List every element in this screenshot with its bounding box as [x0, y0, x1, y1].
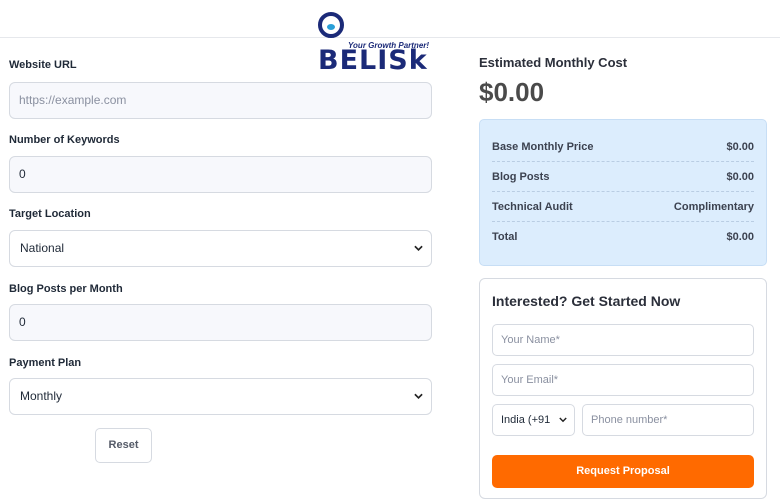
lead-form: Interested? Get Started Now Your Name* Y…	[479, 278, 767, 499]
website-url-input[interactable]: https://example.com	[9, 82, 432, 119]
email-placeholder: Your Email*	[501, 374, 559, 386]
cost-row-label: Total	[492, 231, 518, 243]
cost-row-value: $0.00	[726, 171, 754, 183]
blog-posts-value: 0	[19, 315, 26, 329]
chevron-down-icon	[559, 417, 567, 423]
cost-row-total: Total $0.00	[492, 222, 754, 252]
email-input[interactable]: Your Email*	[492, 364, 754, 396]
estimate-value: $0.00	[479, 77, 545, 107]
payment-plan-label: Payment Plan	[9, 357, 82, 369]
cost-row: Blog Posts $0.00	[492, 162, 754, 192]
location-label: Target Location	[9, 208, 91, 220]
logo-ring-icon	[318, 12, 344, 38]
location-select[interactable]: National	[9, 230, 432, 267]
request-proposal-button[interactable]: Request Proposal	[492, 455, 754, 488]
name-placeholder: Your Name*	[501, 334, 560, 346]
website-url-label: Website URL	[9, 59, 77, 71]
blog-posts-label: Blog Posts per Month	[9, 283, 123, 295]
keywords-value: 0	[19, 167, 26, 181]
phone-placeholder: Phone number*	[591, 414, 668, 426]
keywords-label: Number of Keywords	[9, 134, 120, 146]
country-code-select[interactable]: India (+91	[492, 404, 575, 436]
cost-row-value: Complimentary	[673, 201, 754, 213]
cost-row-label: Technical Audit	[492, 201, 573, 213]
keywords-input[interactable]: 0	[9, 156, 432, 193]
obelisk-logo[interactable]: BELISk Your Growth Partner!	[318, 10, 448, 76]
chevron-down-icon	[414, 393, 423, 399]
logo-tagline: Your Growth Partner!	[348, 41, 430, 50]
phone-input[interactable]: Phone number*	[582, 404, 754, 436]
cost-row: Base Monthly Price $0.00	[492, 132, 754, 162]
reset-button[interactable]: Reset	[95, 428, 152, 463]
chevron-down-icon	[414, 245, 423, 251]
location-selected: National	[20, 241, 65, 255]
website-url-placeholder: https://example.com	[19, 93, 127, 107]
cost-row-label: Base Monthly Price	[492, 141, 594, 153]
cost-row-label: Blog Posts	[492, 171, 550, 183]
payment-plan-select[interactable]: Monthly	[9, 378, 432, 415]
cost-row-value: $0.00	[726, 141, 754, 153]
cost-row: Technical Audit Complimentary	[492, 192, 754, 222]
blog-posts-input[interactable]: 0	[9, 304, 432, 341]
cost-row-value: $0.00	[726, 231, 754, 243]
country-code-selected: India (+91	[501, 414, 551, 426]
payment-plan-selected: Monthly	[20, 389, 63, 403]
name-input[interactable]: Your Name*	[492, 324, 754, 356]
cost-breakdown: Base Monthly Price $0.00 Blog Posts $0.0…	[479, 119, 767, 266]
estimate-title: Estimated Monthly Cost	[479, 55, 628, 70]
lead-form-title: Interested? Get Started Now	[492, 293, 681, 309]
